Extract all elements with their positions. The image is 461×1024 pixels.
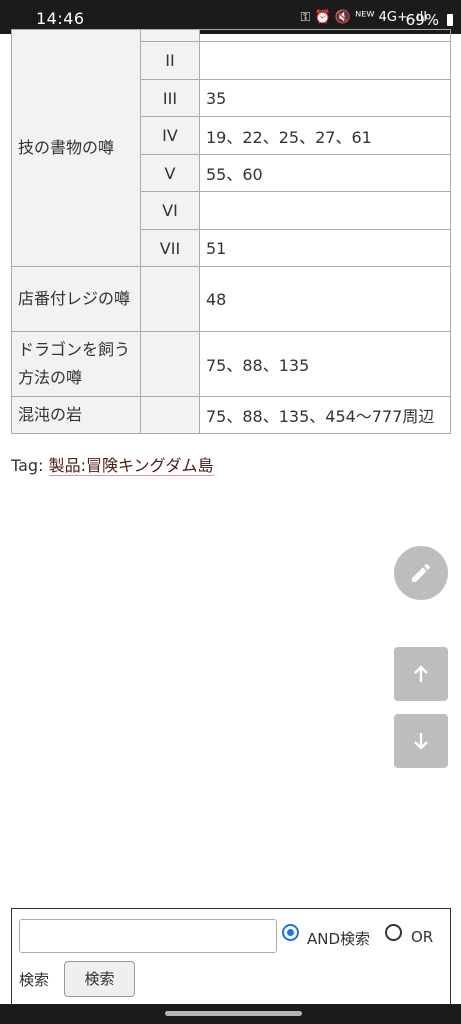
table-cell-value: 48 [199, 266, 451, 332]
edit-icon [412, 563, 431, 582]
or-search-label: OR [411, 928, 434, 946]
table-cell-value: 51 [199, 229, 451, 267]
table-cell-value: 55、60 [199, 154, 451, 192]
table-cell-name: 店番付レジの噂 [11, 266, 141, 332]
table-cell-value [199, 41, 451, 80]
table-row: 技の書物の噂 [11, 29, 451, 267]
search-button[interactable]: 検索 [64, 961, 135, 997]
search-text-label: 検索 [19, 971, 50, 989]
status-time: 14:46 [36, 9, 85, 28]
arrow-up-icon [414, 665, 428, 682]
table-row: 店番付レジの噂 48 [11, 266, 451, 332]
table-cell-num [140, 396, 200, 434]
scroll-down-button[interactable] [394, 714, 448, 768]
table-row: ドラゴンを飼う方法の噂 75、88、135 [11, 331, 451, 397]
table-cell-num [140, 331, 200, 397]
table-cell-num [140, 266, 200, 332]
table-cell-num: V [140, 154, 200, 192]
table-cell-value: 19、22、25、27、61 [199, 116, 451, 155]
and-search-label: AND検索 [307, 930, 371, 948]
battery-percent: 69% [405, 11, 439, 29]
table-cell-num: II [140, 41, 200, 80]
or-search-radio[interactable] [385, 924, 402, 941]
table-cell-name: ドラゴンを飼う方法の噂 [11, 331, 141, 397]
table-cell-value [199, 191, 451, 230]
table-cell-value: 75、88、135 [199, 331, 451, 397]
arrow-down-icon [414, 733, 428, 750]
table-cell-value: 75、88、135、454〜777周辺 [199, 396, 451, 434]
tag-line: Tag: 製品:冒険キングダム島 [11, 452, 214, 476]
table-cell-num: III [140, 79, 200, 117]
table-cell-name: 技の書物の噂 [11, 29, 141, 267]
edit-button[interactable] [394, 546, 448, 600]
tag-link[interactable]: 製品:冒険キングダム島 [48, 456, 214, 476]
table-cell-num: IV [140, 116, 200, 155]
table-cell-value: 35 [199, 79, 451, 117]
table-cell-name: 混沌の岩 [11, 396, 141, 434]
table-cell-num: VI [140, 191, 200, 230]
scroll-up-button[interactable] [394, 647, 448, 701]
search-input[interactable] [19, 919, 277, 953]
table-row: 混沌の岩 75、88、135、454〜777周辺 [11, 396, 451, 434]
tag-label: Tag: [11, 456, 44, 475]
and-search-radio[interactable] [282, 924, 299, 941]
navigation-bar [0, 1004, 461, 1024]
battery-icon [447, 14, 453, 26]
table-cell-value [199, 29, 451, 42]
search-form: AND検索 OR 検索 検索 [11, 908, 451, 1006]
home-handle[interactable] [165, 1011, 302, 1016]
table-cell-num: VII [140, 229, 200, 267]
rumor-table: 技の書物の噂 II III 35 IV 19、22、25、27、61 V 55、… [11, 29, 451, 434]
table-cell-num [140, 29, 200, 42]
